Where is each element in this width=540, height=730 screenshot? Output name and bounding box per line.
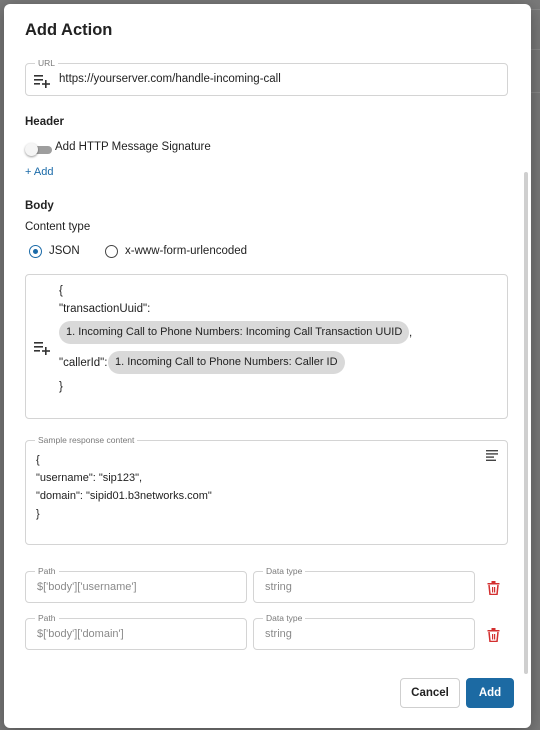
sample-response-field[interactable]: Sample response content { "username": "s… (25, 435, 508, 545)
radio-urlencoded-label[interactable]: x-www-form-urlencoded (125, 245, 247, 257)
path-label: Path (35, 566, 59, 576)
url-label: URL (35, 58, 59, 68)
backdrop-divider (531, 49, 540, 50)
data-type-value[interactable]: string (265, 581, 292, 593)
data-type-label: Data type (263, 613, 306, 623)
sample-line: { (36, 454, 40, 466)
url-input-value[interactable]: https://yourserver.com/handle-incoming-c… (59, 73, 281, 85)
header-section-title: Header (25, 116, 64, 128)
radio-urlencoded[interactable] (105, 245, 118, 258)
path-value[interactable]: $['body']['username'] (37, 581, 137, 593)
radio-json[interactable] (29, 245, 42, 258)
variable-chip-transaction-uuid[interactable]: 1. Incoming Call to Phone Numbers: Incom… (59, 321, 410, 344)
path-field[interactable]: Path $['body']['username'] (25, 566, 247, 603)
json-key-caller: "callerId": (59, 357, 108, 369)
add-header-link[interactable]: + Add (25, 166, 53, 178)
toggle-knob (25, 143, 38, 156)
body-editor[interactable]: { "transactionUuid": 1. Incoming Call to… (25, 274, 508, 419)
json-open-brace: { (59, 285, 63, 297)
sample-line: "username": "sip123", (36, 472, 143, 484)
cancel-button[interactable]: Cancel (400, 678, 460, 708)
playlist-add-icon[interactable] (34, 74, 50, 88)
data-type-value[interactable]: string (265, 628, 292, 640)
content-type-label: Content type (25, 221, 91, 233)
json-comma: , (409, 327, 413, 339)
path-field[interactable]: Path $['body']['domain'] (25, 613, 247, 650)
add-action-dialog: Add Action URL https://yourserver.com/ha… (4, 4, 531, 728)
variable-chip-caller-id[interactable]: 1. Incoming Call to Phone Numbers: Calle… (108, 351, 345, 374)
backdrop-divider (531, 92, 540, 93)
data-type-field[interactable]: Data type string (253, 566, 475, 603)
radio-json-label[interactable]: JSON (49, 245, 80, 257)
signature-toggle[interactable] (25, 142, 53, 156)
trash-icon[interactable] (487, 628, 500, 642)
path-label: Path (35, 613, 59, 623)
data-type-field[interactable]: Data type string (253, 613, 475, 650)
sample-label: Sample response content (35, 435, 138, 445)
trash-icon[interactable] (487, 581, 500, 595)
scrollbar[interactable] (524, 172, 528, 674)
json-close-brace: } (59, 381, 63, 393)
json-key-transaction: "transactionUuid": (59, 303, 151, 315)
path-value[interactable]: $['body']['domain'] (37, 628, 124, 640)
sample-line: } (36, 508, 40, 520)
backdrop-divider (531, 9, 540, 10)
add-button[interactable]: Add (466, 678, 514, 708)
dialog-title: Add Action (25, 21, 113, 39)
data-type-label: Data type (263, 566, 306, 576)
wrap-text-icon[interactable] (486, 450, 498, 461)
playlist-add-icon[interactable] (34, 341, 50, 355)
sample-line: "domain": "sipid01.b3networks.com" (36, 490, 212, 502)
signature-label: Add HTTP Message Signature (55, 141, 211, 153)
url-field[interactable]: URL https://yourserver.com/handle-incomi… (25, 58, 508, 96)
body-section-title: Body (25, 200, 54, 212)
